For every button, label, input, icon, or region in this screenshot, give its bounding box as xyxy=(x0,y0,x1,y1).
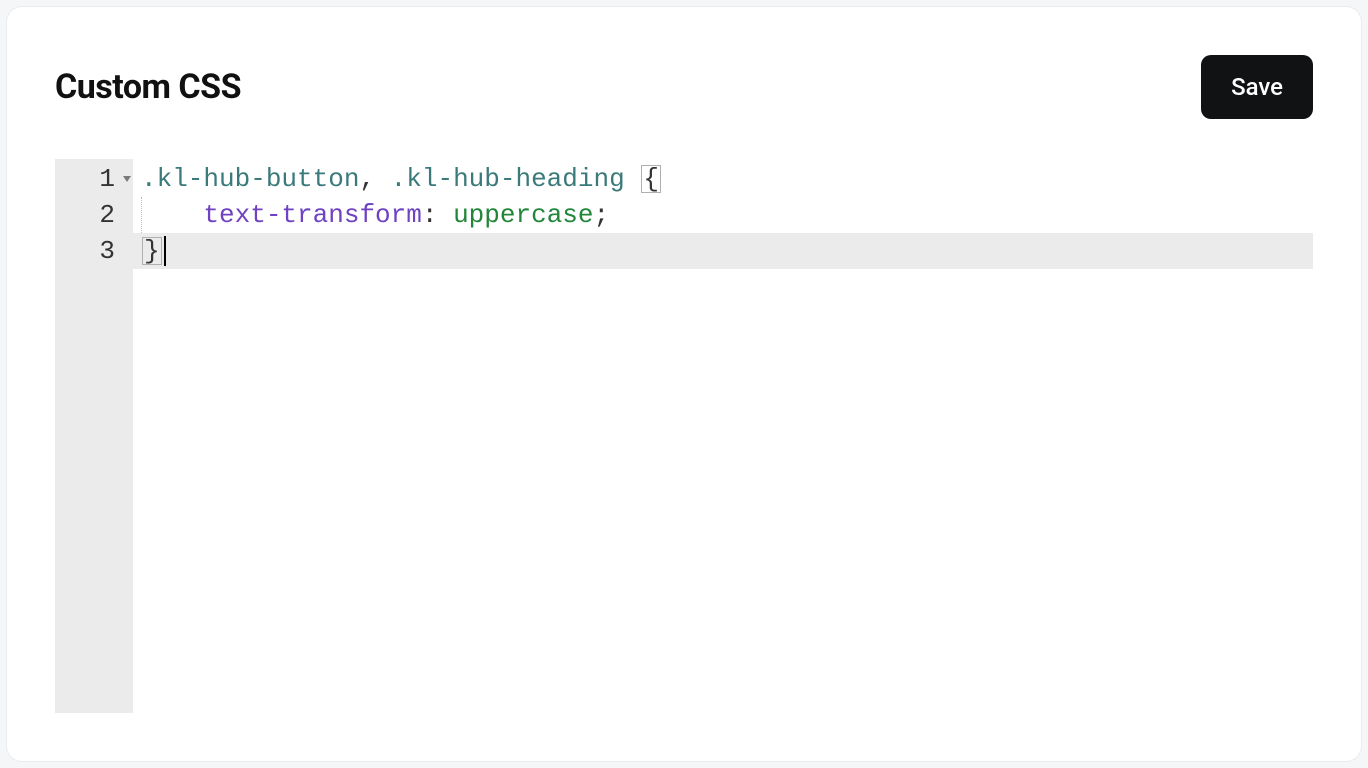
text-cursor xyxy=(164,236,166,266)
panel-title: Custom CSS xyxy=(55,67,241,107)
custom-css-panel: Custom CSS Save 123 .kl-hub-button, .kl-… xyxy=(6,6,1362,762)
code-token: text-transform xyxy=(203,200,421,230)
code-token: .kl-hub-heading xyxy=(391,164,625,194)
save-button[interactable]: Save xyxy=(1201,55,1313,119)
css-editor[interactable]: 123 .kl-hub-button, .kl-hub-heading { te… xyxy=(55,159,1313,713)
code-token: { xyxy=(641,165,661,193)
code-token: : xyxy=(422,200,453,230)
code-token xyxy=(625,164,641,194)
code-token: uppercase xyxy=(453,200,593,230)
code-token: ; xyxy=(594,200,610,230)
code-line[interactable]: .kl-hub-button, .kl-hub-heading { xyxy=(133,161,1313,197)
panel-header: Custom CSS Save xyxy=(55,55,1313,119)
indent-whitespace xyxy=(141,200,203,230)
gutter-line: 1 xyxy=(55,161,133,197)
code-token: .kl-hub-button xyxy=(141,164,359,194)
code-token: } xyxy=(142,237,162,265)
code-token: , xyxy=(359,164,390,194)
editor-gutter: 123 xyxy=(55,159,133,713)
code-line[interactable]: text-transform: uppercase; xyxy=(133,197,1313,233)
editor-code-area[interactable]: .kl-hub-button, .kl-hub-heading { text-t… xyxy=(133,159,1313,713)
code-line[interactable]: } xyxy=(133,233,1313,269)
gutter-line: 2 xyxy=(55,197,133,233)
gutter-line: 3 xyxy=(55,233,133,269)
fold-marker-icon[interactable] xyxy=(123,176,131,182)
indent-guide xyxy=(141,197,142,233)
